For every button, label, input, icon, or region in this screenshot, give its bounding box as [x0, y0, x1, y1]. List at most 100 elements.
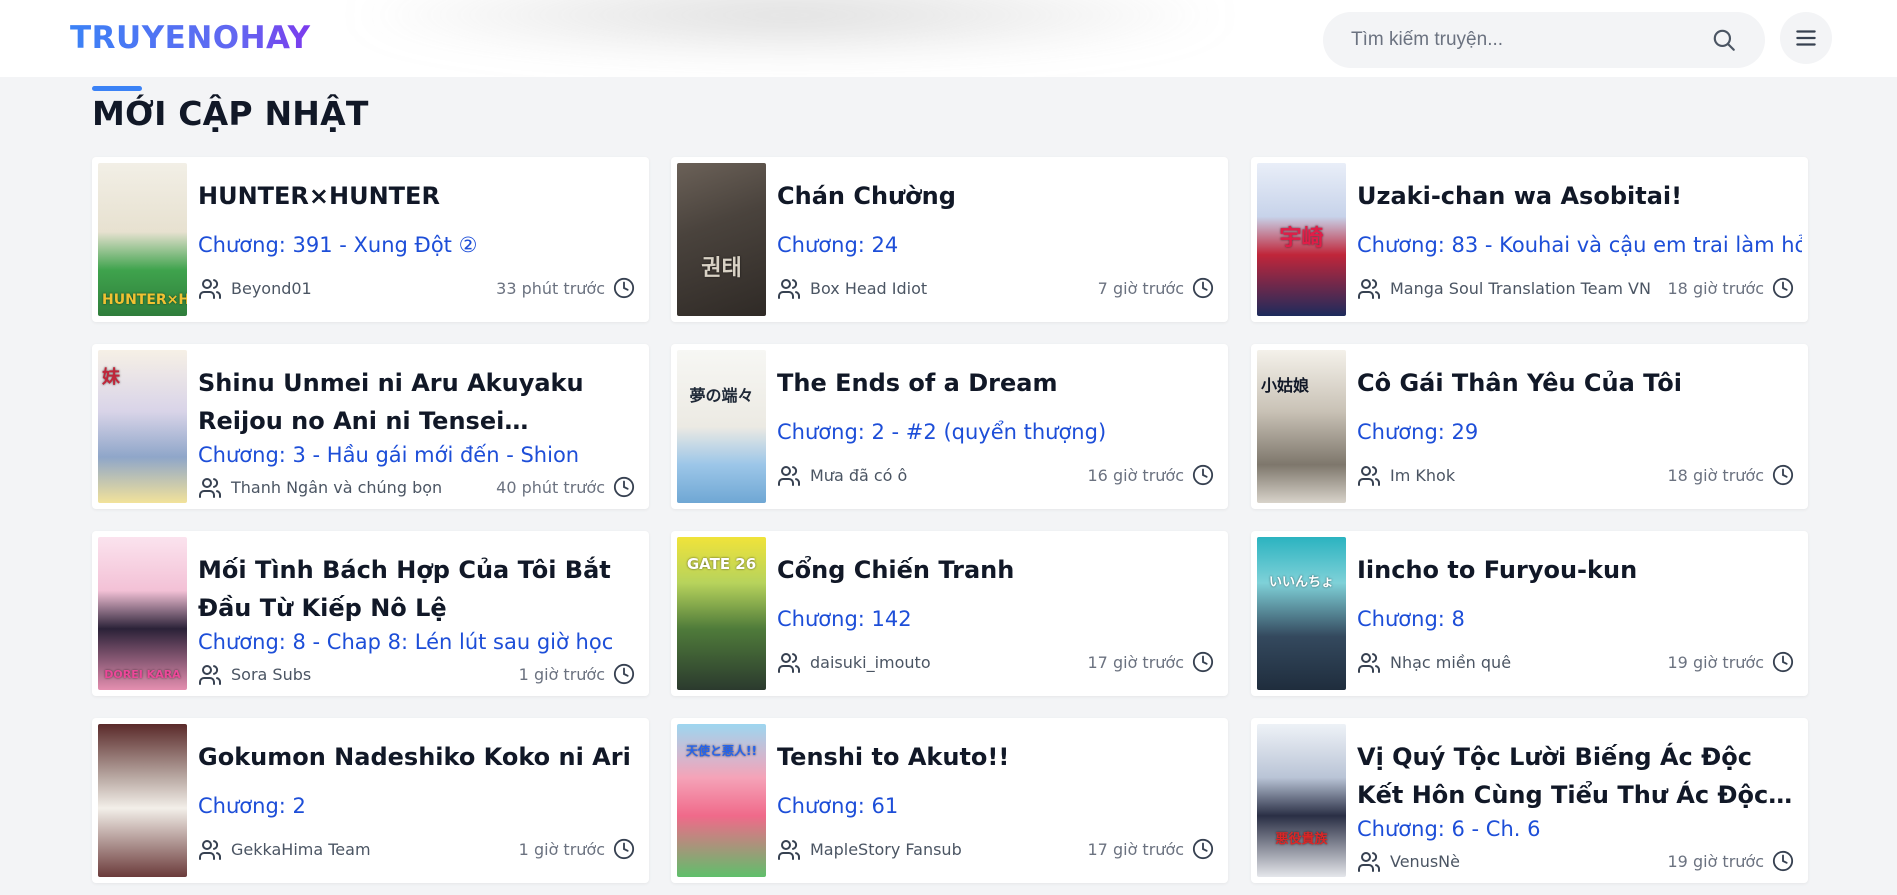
- manga-card[interactable]: HUNTER×HUNTER HUNTER×HUNTER Chương: 391 …: [92, 157, 649, 322]
- translator-group[interactable]: Manga Soul Translation Team VN: [1390, 279, 1651, 298]
- update-time: 19 giờ trước: [1667, 852, 1765, 871]
- manga-cover[interactable]: GATE 26: [677, 537, 766, 690]
- update-time: 1 giờ trước: [518, 840, 605, 859]
- manga-card[interactable]: いいんちょ Iincho to Furyou-kun Chương: 8 Nhạ…: [1251, 531, 1808, 696]
- clock-icon: [1772, 464, 1794, 486]
- cover-title-art: 悪役貴族: [1275, 832, 1328, 847]
- site-logo[interactable]: TRUYENOHAY: [70, 20, 311, 56]
- manga-cover[interactable]: 悪役貴族: [1257, 724, 1346, 877]
- manga-cover[interactable]: [98, 724, 187, 877]
- chapter-link[interactable]: Chương: 8: [1357, 607, 1802, 631]
- cover-title-art: いいんちょ: [1268, 575, 1334, 590]
- manga-title[interactable]: HUNTER×HUNTER: [198, 177, 638, 215]
- manga-title[interactable]: Iincho to Furyou-kun: [1357, 551, 1797, 589]
- manga-title[interactable]: Chán Chường: [777, 177, 1217, 215]
- update-time: 18 giờ trước: [1667, 279, 1765, 298]
- chapter-link[interactable]: Chương: 8 - Chap 8: Lén lút sau giờ học: [198, 630, 643, 654]
- chapter-link[interactable]: Chương: 61: [777, 794, 1222, 818]
- translator-group[interactable]: daisuki_imouto: [810, 653, 931, 672]
- card-meta: Sora Subs 1 giờ trước: [198, 663, 635, 687]
- manga-title[interactable]: Shinu Unmei ni Aru Akuyaku Reijou no Ani…: [198, 364, 638, 440]
- cover-title-art: 妹: [102, 367, 120, 388]
- translator-group[interactable]: Sora Subs: [231, 665, 311, 684]
- update-time: 17 giờ trước: [1087, 653, 1185, 672]
- manga-title[interactable]: Mối Tình Bách Hợp Của Tôi Bắt Đầu Từ Kiế…: [198, 551, 638, 627]
- update-time: 7 giờ trước: [1097, 279, 1184, 298]
- manga-cover[interactable]: 小姑娘: [1257, 350, 1346, 503]
- chapter-link[interactable]: Chương: 2: [198, 794, 643, 818]
- manga-cover[interactable]: 권태: [677, 163, 766, 316]
- translator-group[interactable]: Beyond01: [231, 279, 312, 298]
- cover-title-art: GATE 26: [686, 555, 757, 573]
- chapter-link[interactable]: Chương: 3 - Hầu gái mới đến - Shion: [198, 443, 643, 467]
- manga-cover[interactable]: HUNTER×HUNTER: [98, 163, 187, 316]
- translator-group[interactable]: Nhạc miền quê: [1390, 653, 1511, 672]
- cover-title-art: 권태: [701, 256, 742, 281]
- manga-cover[interactable]: 夢の端々: [677, 350, 766, 503]
- manga-title[interactable]: Uzaki-chan wa Asobitai!: [1357, 177, 1797, 215]
- translator-group[interactable]: VenusNè: [1390, 852, 1460, 871]
- manga-card[interactable]: GATE 26 Cổng Chiến Tranh Chương: 142 dai…: [671, 531, 1228, 696]
- translator-group[interactable]: MapleStory Fansub: [810, 840, 962, 859]
- manga-title[interactable]: Tenshi to Akuto!!: [777, 738, 1217, 776]
- chapter-link[interactable]: Chương: 24: [777, 233, 1222, 257]
- translator-group[interactable]: Im Khok: [1390, 466, 1455, 485]
- manga-title[interactable]: Cổng Chiến Tranh: [777, 551, 1217, 589]
- chapter-link[interactable]: Chương: 2 - #2 (quyển thượng): [777, 420, 1222, 444]
- chapter-link[interactable]: Chương: 29: [1357, 420, 1802, 444]
- manga-cover[interactable]: 宇崎: [1257, 163, 1346, 316]
- translator-group[interactable]: Box Head Idiot: [810, 279, 927, 298]
- manga-cover[interactable]: 天使と悪人!!: [677, 724, 766, 877]
- chapter-link[interactable]: Chương: 83 - Kouhai và cậu em trai làm h…: [1357, 233, 1802, 257]
- translator-group[interactable]: Thanh Ngân và chúng bọn: [231, 478, 442, 497]
- clock-icon: [1192, 277, 1214, 299]
- clock-icon: [613, 663, 635, 685]
- clock-icon: [613, 476, 635, 498]
- manga-title[interactable]: Gokumon Nadeshiko Koko ni Ari: [198, 738, 638, 776]
- chapter-link[interactable]: Chương: 391 - Xung Đột ②: [198, 233, 643, 257]
- translator-group[interactable]: GekkaHima Team: [231, 840, 371, 859]
- cover-title-art: 夢の端々: [689, 386, 754, 405]
- manga-title[interactable]: Vị Quý Tộc Lười Biếng Ác Độc Kết Hôn Cùn…: [1357, 738, 1797, 814]
- users-icon: [199, 279, 222, 299]
- users-icon: [199, 840, 222, 860]
- search-input[interactable]: [1351, 12, 1701, 68]
- users-icon: [1358, 466, 1381, 486]
- clock-icon: [1192, 838, 1214, 860]
- clock-icon: [1192, 651, 1214, 673]
- manga-cover[interactable]: 妹: [98, 350, 187, 503]
- manga-card[interactable]: 妹 Shinu Unmei ni Aru Akuyaku Reijou no A…: [92, 344, 649, 509]
- manga-card[interactable]: Gokumon Nadeshiko Koko ni Ari Chương: 2 …: [92, 718, 649, 883]
- clock-icon: [613, 838, 635, 860]
- manga-card[interactable]: 天使と悪人!! Tenshi to Akuto!! Chương: 61 Map…: [671, 718, 1228, 883]
- manga-title[interactable]: Cô Gái Thân Yêu Của Tôi: [1357, 364, 1797, 402]
- search-icon[interactable]: [1711, 27, 1737, 53]
- header-blurred-background: [340, 0, 1240, 60]
- manga-card[interactable]: 悪役貴族 Vị Quý Tộc Lười Biếng Ác Độc Kết Hô…: [1251, 718, 1808, 883]
- manga-title[interactable]: The Ends of a Dream: [777, 364, 1217, 402]
- users-icon: [778, 653, 801, 673]
- card-meta: Thanh Ngân và chúng bọn 40 phút trước: [198, 476, 635, 500]
- manga-card[interactable]: DOREI KARA Mối Tình Bách Hợp Của Tôi Bắt…: [92, 531, 649, 696]
- manga-card[interactable]: 宇崎 Uzaki-chan wa Asobitai! Chương: 83 - …: [1251, 157, 1808, 322]
- search-box[interactable]: [1323, 12, 1765, 68]
- users-icon: [1358, 653, 1381, 673]
- menu-button[interactable]: [1780, 12, 1832, 64]
- update-time: 16 giờ trước: [1087, 466, 1185, 485]
- users-icon: [778, 840, 801, 860]
- hamburger-menu-icon: [1796, 30, 1816, 46]
- users-icon: [1358, 852, 1381, 872]
- manga-card[interactable]: 小姑娘 Cô Gái Thân Yêu Của Tôi Chương: 29 I…: [1251, 344, 1808, 509]
- card-meta: Beyond01 33 phút trước: [198, 277, 635, 301]
- chapter-link[interactable]: Chương: 142: [777, 607, 1222, 631]
- manga-card[interactable]: 권태 Chán Chường Chương: 24 Box Head Idiot…: [671, 157, 1228, 322]
- manga-cover[interactable]: DOREI KARA: [98, 537, 187, 690]
- card-meta: Im Khok 18 giờ trước: [1357, 464, 1794, 488]
- update-time: 18 giờ trước: [1667, 466, 1765, 485]
- chapter-link[interactable]: Chương: 6 - Ch. 6: [1357, 817, 1802, 841]
- clock-icon: [613, 277, 635, 299]
- top-header: TRUYENOHAY: [0, 0, 1897, 77]
- translator-group[interactable]: Mưa đã có ô: [810, 466, 907, 485]
- manga-cover[interactable]: いいんちょ: [1257, 537, 1346, 690]
- manga-card[interactable]: 夢の端々 The Ends of a Dream Chương: 2 - #2 …: [671, 344, 1228, 509]
